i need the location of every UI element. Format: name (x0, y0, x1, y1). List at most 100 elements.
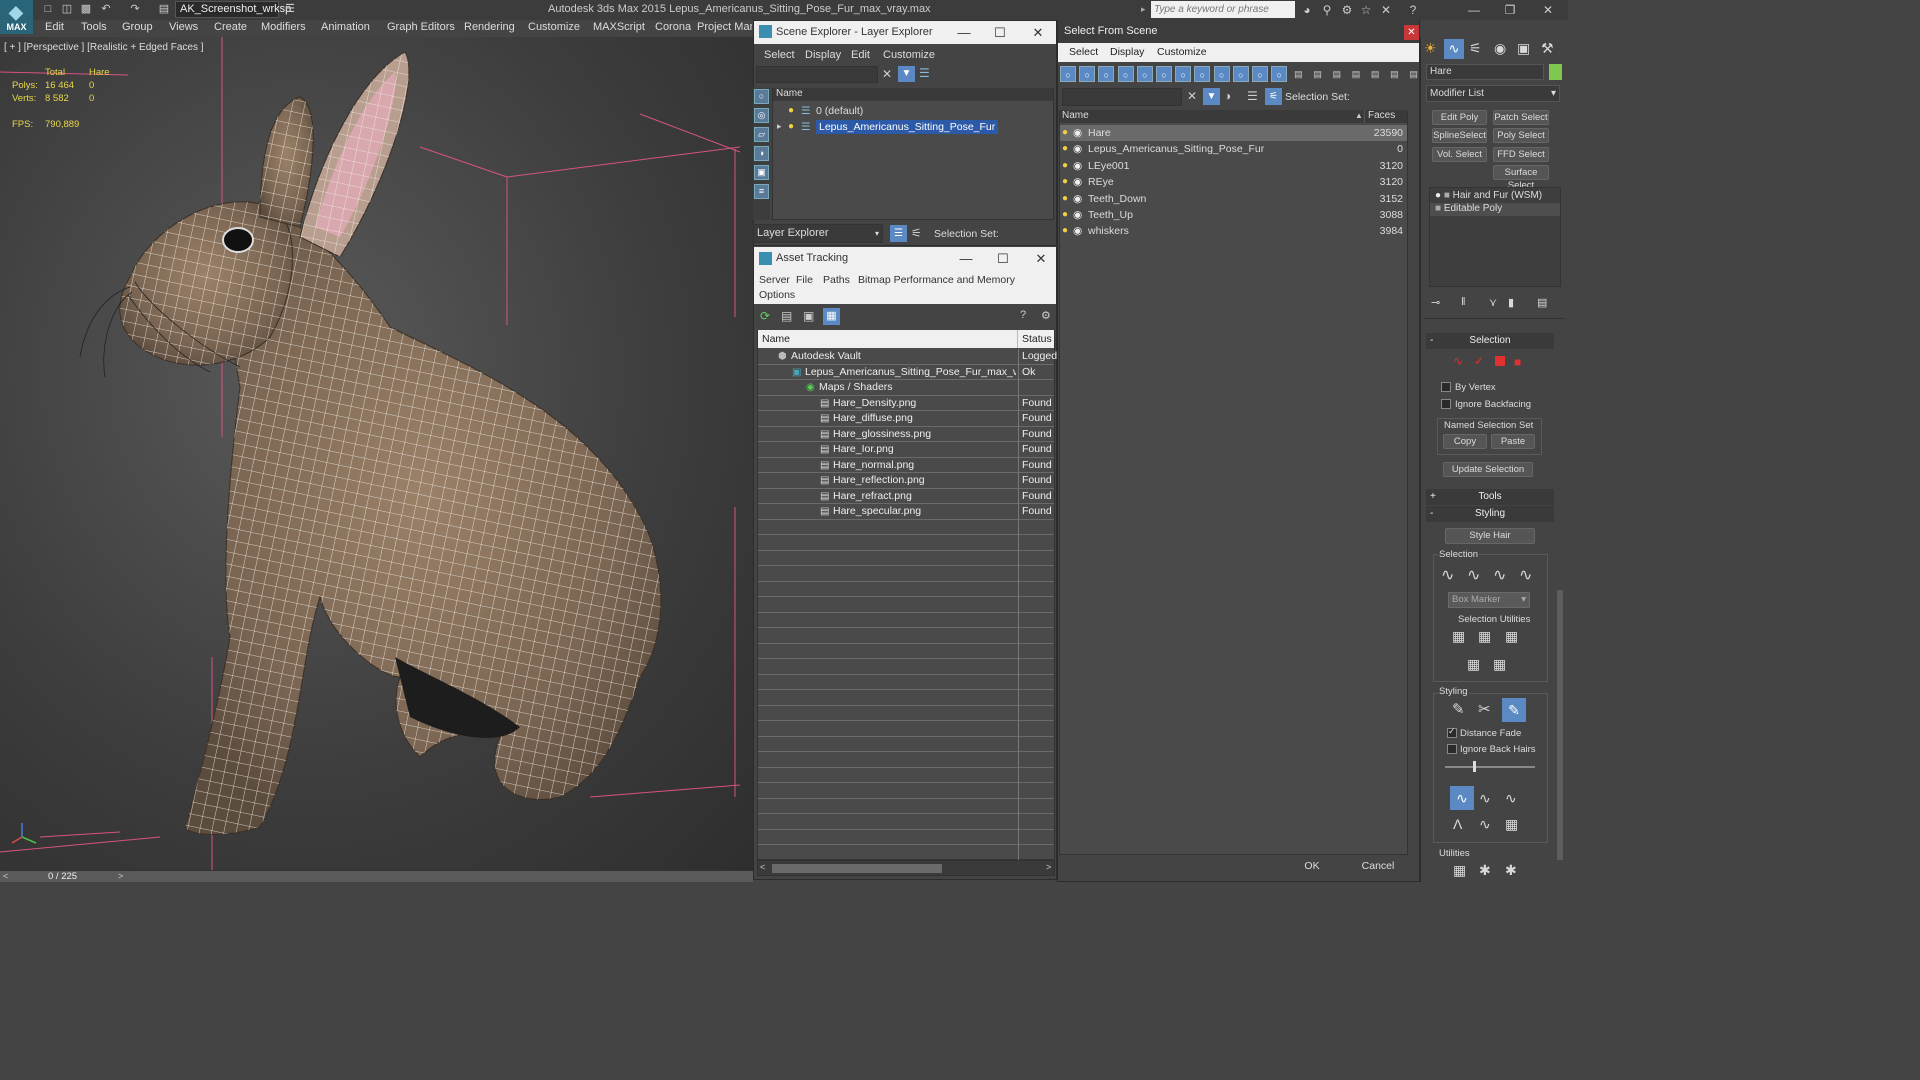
select-dialog-sync-icon[interactable]: ◑ (1224, 89, 1231, 103)
select-hair-icon[interactable]: ∿ (1441, 565, 1454, 585)
menu-animation[interactable]: Animation (321, 21, 370, 33)
light-bulb-icon[interactable]: ● (1062, 207, 1068, 223)
styling-rollout-header[interactable]: - Styling (1426, 506, 1554, 522)
scene-explorer-menu-display[interactable]: Display (805, 49, 841, 61)
rotate-hair-icon[interactable]: ∿ (1479, 816, 1491, 833)
hair-cut-icon[interactable]: ✂ (1478, 700, 1491, 718)
select-dialog-hierarchy-icon[interactable]: ⚟ (1265, 88, 1282, 105)
list-view-icon[interactable]: ▤ (781, 309, 792, 323)
search-input[interactable]: Type a keyword or phrase (1151, 1, 1295, 18)
clump-icon[interactable]: Λ (1453, 816, 1462, 832)
cancel-button[interactable]: Cancel (1350, 857, 1406, 876)
expand-arrow-icon[interactable]: ▸ (777, 121, 782, 132)
show-end-result-icon[interactable]: ‖ (1461, 296, 1466, 308)
menu-maxscript[interactable]: MAXScript (593, 21, 645, 33)
asset-row[interactable]: ▤ Hare_normal.png Found (758, 458, 1054, 473)
time-prev-icon[interactable]: < (3, 871, 8, 881)
create-panel-icon[interactable]: ☀ (1424, 40, 1437, 57)
exchange-icon[interactable]: ✕ (1378, 2, 1394, 18)
project-folder-icon[interactable]: ▤ (156, 2, 172, 17)
scrollbar-thumb[interactable] (772, 864, 942, 873)
light-bulb-icon[interactable]: ● (1062, 141, 1068, 157)
display-objects-icon[interactable]: ○ (754, 89, 769, 104)
modifier-list-dropdown[interactable]: Modifier List ▾ (1426, 85, 1560, 102)
workspace-menu-icon[interactable]: ☰ (282, 2, 298, 17)
scene-explorer-maximize-icon[interactable]: ☐ (990, 21, 1010, 44)
layer-icon[interactable]: ☰ (919, 66, 930, 80)
filter-icon[interactable]: ▼ (898, 66, 915, 82)
new-file-icon[interactable]: □ (40, 2, 56, 17)
key-icon[interactable]: ⚲ (1319, 2, 1335, 18)
display-panel-icon[interactable]: ▣ (1517, 40, 1530, 57)
scene-explorer-close-icon[interactable]: ✕ (1028, 21, 1048, 44)
menu-project-manager[interactable]: Project Man (697, 21, 752, 33)
time-next-icon[interactable]: > (118, 871, 123, 881)
select-hair-invert-icon[interactable]: ∿ (1519, 565, 1532, 585)
select-hair-add-icon[interactable]: ∿ (1467, 565, 1480, 585)
asset-row[interactable]: ▤ Hare_Density.png Found (758, 396, 1054, 411)
asset-col-status[interactable]: Status (1018, 330, 1054, 348)
tools-rollout-header[interactable]: + Tools (1426, 489, 1554, 505)
open-file-icon[interactable]: ◫ (59, 2, 75, 17)
brush-size-slider[interactable] (1445, 766, 1535, 768)
asset-row[interactable]: ▣ Lepus_Americanus_Sitting_Pose_Fur_max_v… (758, 365, 1054, 380)
asset-row[interactable]: ▤ Hare_diffuse.png Found (758, 411, 1054, 427)
layer-row-hare[interactable]: ● ☰ Lepus_Americanus_Sitting_Pose_Fur (788, 119, 1053, 135)
ignore-backfacing-checkbox[interactable] (1441, 399, 1451, 409)
guides-selection-icon[interactable]: ∿ (1453, 354, 1463, 368)
display-geometry-icon[interactable]: ◎ (754, 108, 769, 123)
paste-button[interactable]: Paste (1491, 434, 1535, 449)
object-color-swatch[interactable] (1549, 64, 1562, 80)
light-bulb-icon[interactable]: ● (788, 119, 794, 135)
display-groups-icon[interactable]: ○ (1175, 66, 1192, 82)
ffd-select-button[interactable]: FFD Select (1493, 147, 1549, 162)
puff-roots-icon[interactable]: ∿ (1505, 790, 1517, 807)
light-bulb-icon[interactable]: ● (1062, 223, 1068, 239)
select-invert-icon[interactable]: ▤ (1386, 66, 1402, 82)
remove-modifier-icon[interactable]: ▮ (1508, 296, 1514, 309)
minimize-icon[interactable]: — (1456, 0, 1492, 20)
hierarchy-panel-icon[interactable]: ⚟ (1469, 40, 1482, 57)
light-bulb-icon[interactable]: ● (1062, 158, 1068, 174)
asset-row[interactable]: ▤ Hare_Ior.png Found (758, 442, 1054, 458)
menu-tools[interactable]: Tools (81, 21, 107, 33)
style-hair-button[interactable]: Style Hair (1445, 528, 1535, 544)
binoculars-icon[interactable]: ◕ (1299, 2, 1315, 18)
scene-object-row[interactable]: ● ◉ whiskers 3984 (1060, 223, 1407, 239)
surface-select-button[interactable]: Surface Select (1493, 165, 1549, 191)
select-dialog-clear-icon[interactable]: ✕ (1187, 89, 1197, 103)
menu-modifiers[interactable]: Modifiers (261, 21, 306, 33)
save-icon[interactable]: ▩ (78, 2, 94, 17)
asset-tracking-minimize-icon[interactable]: — (956, 247, 976, 270)
asset-menu-server[interactable]: Server (759, 274, 790, 286)
close-icon[interactable]: ✕ (1530, 0, 1566, 20)
scene-object-row[interactable]: ● ◉ Lepus_Americanus_Sitting_Pose_Fur 0 (1060, 141, 1407, 157)
edit-poly-button[interactable]: Edit Poly (1432, 110, 1487, 125)
viewport-label[interactable]: [ + ] [Perspective ] [Realistic + Edged … (4, 42, 204, 53)
light-bulb-icon[interactable]: ● (1435, 190, 1441, 201)
sort-ascending-icon[interactable]: ▲ (1355, 111, 1363, 120)
modifier-stack-item-editable-poly[interactable]: ■ Editable Poly (1430, 203, 1560, 216)
select-dialog-menu-display[interactable]: Display (1110, 46, 1144, 58)
display-geometry-icon[interactable]: ○ (1060, 66, 1076, 82)
display-shapes-icon[interactable]: ○ (1079, 66, 1096, 82)
asset-horizontal-scrollbar[interactable]: < > (757, 860, 1055, 876)
display-hidden-icon[interactable]: ○ (1271, 66, 1288, 82)
display-lights-icon[interactable]: ◑ (754, 146, 769, 161)
modifier-stack-item-hair[interactable]: ● ■ Hair and Fur (WSM) (1435, 190, 1542, 201)
asset-tracking-close-icon[interactable]: ✕ (1031, 247, 1051, 270)
display-cameras-icon[interactable]: ○ (1117, 66, 1134, 82)
ok-button[interactable]: OK (1284, 857, 1340, 876)
update-selection-button[interactable]: Update Selection (1443, 462, 1533, 477)
display-containers-icon[interactable]: ○ (1232, 66, 1249, 82)
thumbnail-view-icon[interactable]: ▣ (803, 309, 814, 323)
select-dialog-search-input[interactable] (1062, 88, 1182, 106)
display-all-icon[interactable]: ▤ (1290, 66, 1306, 82)
pop-selected-icon[interactable]: ✱ (1479, 862, 1491, 879)
motion-panel-icon[interactable]: ◉ (1494, 40, 1506, 57)
select-none-icon[interactable]: ▤ (1367, 66, 1383, 82)
make-unique-icon[interactable]: ⋎ (1489, 296, 1497, 309)
scene-explorer-menu-customize[interactable]: Customize (883, 49, 935, 61)
select-hair-by-region-icon[interactable]: ▦ (1493, 656, 1506, 673)
undo-icon[interactable]: ↶ (98, 2, 114, 17)
